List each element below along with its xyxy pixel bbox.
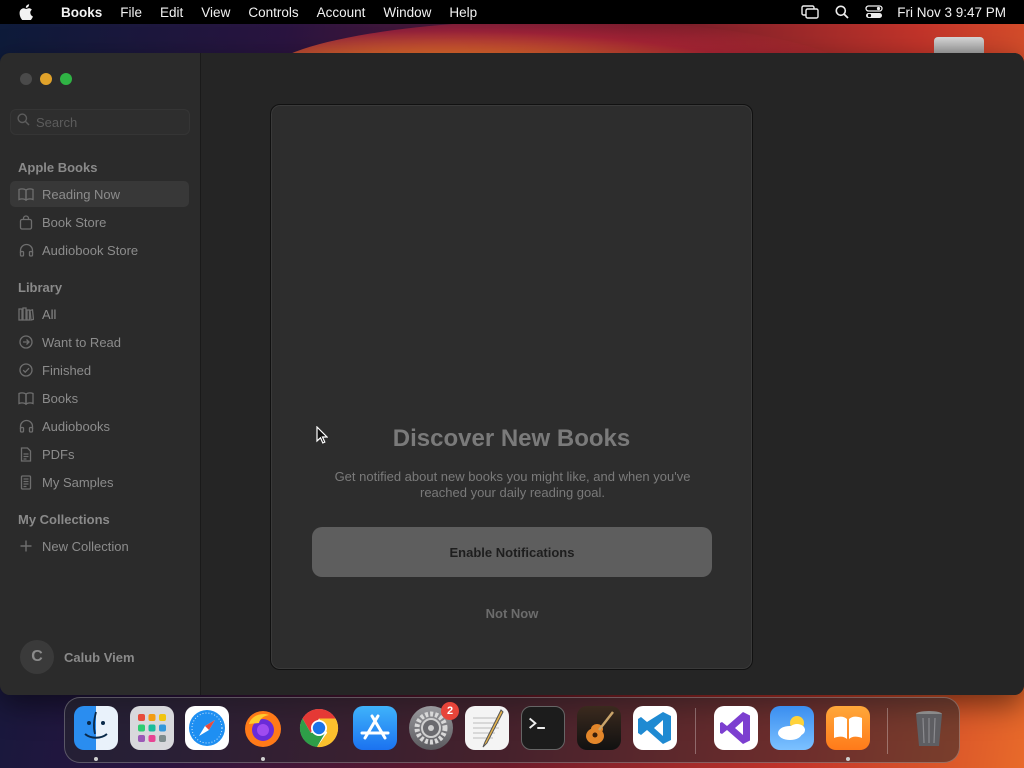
open-book-icon — [18, 390, 34, 406]
new-collection-label: New Collection — [42, 538, 129, 554]
menu-bar: Books File Edit View Controls Account Wi… — [0, 0, 1024, 24]
finder-icon[interactable] — [74, 706, 118, 750]
window-controls — [20, 73, 72, 85]
notification-dialog: Discover New Books Get notified about ne… — [270, 104, 753, 670]
avatar[interactable]: C — [20, 640, 54, 674]
sidebar-item-my-samples[interactable]: My Samples — [10, 469, 189, 495]
sidebar-item-label: All — [42, 306, 57, 322]
close-button[interactable] — [20, 73, 32, 85]
menu-file[interactable]: File — [111, 5, 151, 20]
new-collection-button[interactable]: New Collection — [10, 533, 189, 559]
menu-edit[interactable]: Edit — [151, 5, 192, 20]
sidebar-item-label: Reading Now — [42, 186, 121, 202]
sidebar-item-audiobooks[interactable]: Audiobooks — [10, 413, 189, 439]
user-account[interactable]: C Calub Viem — [20, 640, 135, 674]
sidebar-item-label: Books — [42, 390, 79, 406]
headphones-icon — [18, 418, 34, 434]
sidebar-item-pdfs[interactable]: PDFs — [10, 441, 189, 467]
dialog-title: Discover New Books — [392, 425, 631, 452]
sidebar-item-label: Audiobook Store — [42, 242, 139, 258]
safari-icon[interactable] — [185, 706, 229, 750]
menu-app-name[interactable]: Books — [52, 5, 111, 20]
dialog-message: Get notified about new books you might l… — [334, 469, 691, 500]
headphones-icon — [18, 242, 34, 258]
menu-view[interactable]: View — [192, 5, 239, 20]
shopping-bag-icon — [18, 214, 34, 230]
apple-menu-icon[interactable] — [0, 4, 52, 20]
sidebar-item-all[interactable]: All — [10, 301, 189, 327]
arrow-circle-icon — [18, 334, 34, 350]
minimize-button[interactable] — [40, 73, 52, 85]
plus-icon — [18, 538, 34, 554]
section-my-collections: My Collections — [18, 512, 110, 527]
sidebar-item-label: Audiobooks — [42, 418, 110, 434]
sidebar-item-finished[interactable]: Finished — [10, 357, 189, 383]
sidebar: Apple Books Reading Now Book Store Audio… — [0, 53, 201, 695]
sidebar-item-label: Finished — [42, 362, 92, 378]
textedit-icon[interactable] — [465, 706, 509, 750]
weather-icon[interactable] — [770, 706, 814, 750]
sidebar-item-label: Want to Read — [42, 334, 122, 350]
terminal-icon[interactable] — [521, 706, 565, 750]
books-app-icon[interactable] — [826, 706, 870, 750]
menu-account[interactable]: Account — [308, 5, 375, 20]
vscode-icon[interactable] — [633, 706, 677, 750]
menu-help[interactable]: Help — [440, 5, 486, 20]
menu-clock[interactable]: Fri Nov 3 9:47 PM — [897, 5, 1006, 20]
sidebar-item-label: Book Store — [42, 214, 107, 230]
sample-doc-icon — [18, 474, 34, 490]
spotlight-search-icon[interactable] — [833, 4, 851, 20]
document-icon — [18, 446, 34, 462]
launchpad-icon[interactable] — [130, 706, 174, 750]
firefox-icon[interactable] — [241, 706, 285, 750]
control-center-icon[interactable] — [865, 4, 883, 20]
sidebar-item-books[interactable]: Books — [10, 385, 189, 411]
sidebar-item-label: PDFs — [42, 446, 75, 462]
section-apple-books: Apple Books — [18, 160, 98, 175]
chrome-icon[interactable] — [297, 706, 341, 750]
menu-window[interactable]: Window — [374, 5, 440, 20]
garageband-icon[interactable] — [577, 706, 621, 750]
books-shelf-icon — [18, 306, 34, 322]
checkmark-circle-icon — [18, 362, 34, 378]
sidebar-item-book-store[interactable]: Book Store — [10, 209, 189, 235]
enable-notifications-button[interactable]: Enable Notifications — [312, 527, 712, 577]
visual-studio-icon[interactable] — [714, 706, 758, 750]
app-store-icon[interactable] — [353, 706, 397, 750]
search-field[interactable] — [10, 109, 190, 135]
open-book-icon — [18, 186, 34, 202]
screen-mirroring-icon[interactable] — [801, 4, 819, 20]
mouse-cursor-icon — [316, 425, 329, 449]
sidebar-item-reading-now[interactable]: Reading Now — [10, 181, 189, 207]
section-library: Library — [18, 280, 63, 295]
trash-icon[interactable] — [907, 706, 951, 750]
search-input[interactable] — [36, 114, 176, 130]
search-icon — [17, 113, 30, 131]
sidebar-item-label: My Samples — [42, 474, 114, 490]
zoom-button[interactable] — [60, 73, 72, 85]
user-name[interactable]: Calub Viem — [64, 650, 135, 665]
dock: 2 — [64, 697, 960, 763]
notification-badge: 2 — [441, 702, 459, 720]
sidebar-item-want-to-read[interactable]: Want to Read — [10, 329, 189, 355]
sidebar-item-audiobook-store[interactable]: Audiobook Store — [10, 237, 189, 263]
not-now-button[interactable]: Not Now — [312, 603, 712, 623]
menu-controls[interactable]: Controls — [239, 5, 307, 20]
